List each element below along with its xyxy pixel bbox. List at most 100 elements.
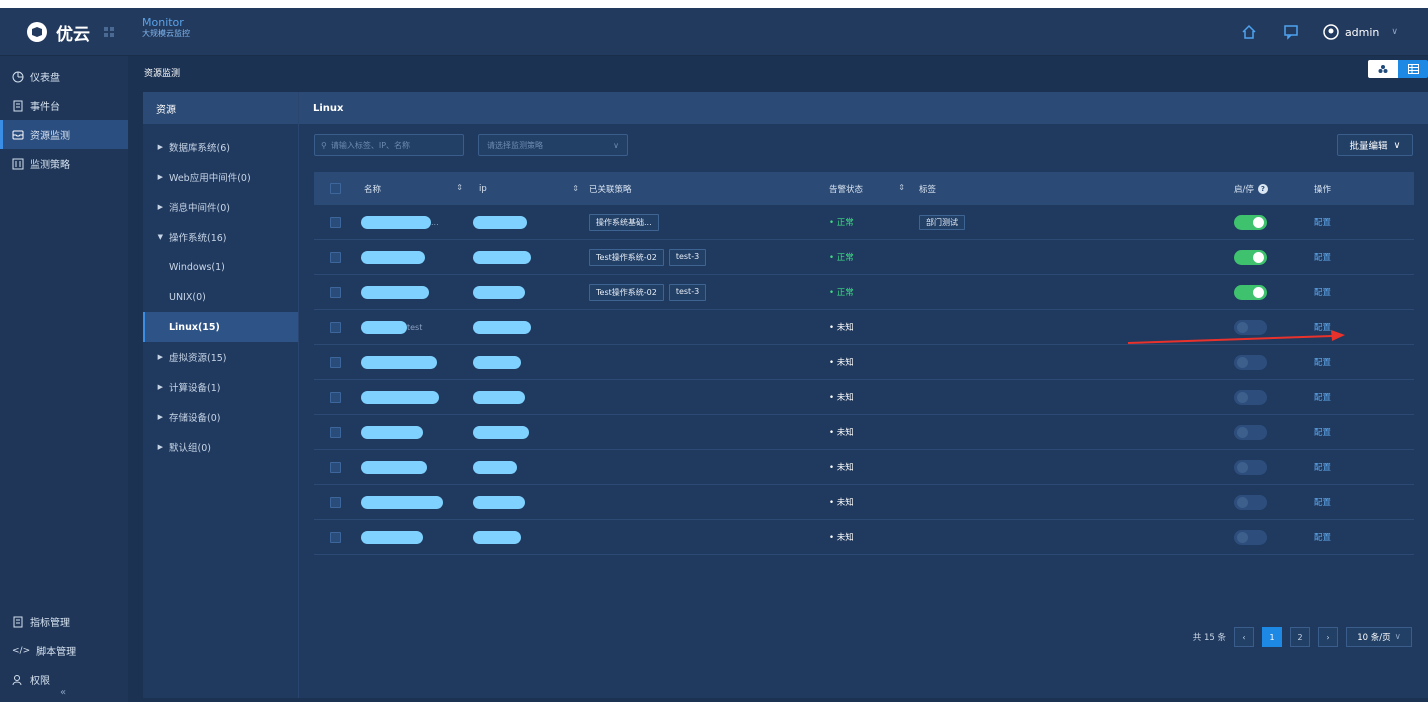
- table-row: test • 未知 配置: [314, 310, 1414, 345]
- tree-item-linux[interactable]: Linux(15): [143, 312, 298, 342]
- row-checkbox[interactable]: [330, 426, 341, 438]
- sort-icon[interactable]: ⇕: [572, 184, 579, 194]
- name-cell[interactable]: [358, 250, 473, 264]
- logo[interactable]: 优云: [0, 8, 128, 56]
- chevron-down-icon: ∨: [1393, 139, 1401, 151]
- name-cell[interactable]: test: [358, 320, 473, 334]
- sidebar-item-events[interactable]: 事件台: [0, 91, 128, 120]
- message-icon[interactable]: [1281, 23, 1301, 41]
- configure-link[interactable]: 配置: [1314, 253, 1331, 263]
- sidebar-item-resource-monitor[interactable]: 资源监测: [0, 120, 128, 149]
- user-menu[interactable]: admin ∨: [1323, 24, 1398, 40]
- tree-item-windows[interactable]: Windows(1): [143, 252, 298, 282]
- policy-tag[interactable]: Test操作系统-02: [589, 283, 664, 301]
- tree-item-default-group[interactable]: ▶ 默认组(0): [143, 432, 298, 462]
- row-checkbox[interactable]: [330, 321, 341, 333]
- enable-toggle[interactable]: [1234, 214, 1267, 230]
- name-cell[interactable]: [358, 495, 473, 509]
- page-button-2[interactable]: 2: [1290, 627, 1310, 647]
- tag-pill[interactable]: 部门测试: [919, 214, 965, 230]
- tree-item-label: 存储设备(0): [169, 413, 221, 424]
- name-cell[interactable]: [358, 530, 473, 544]
- search-input[interactable]: ⚲ 请输入标签、IP、名称: [314, 134, 464, 156]
- configure-link[interactable]: 配置: [1314, 288, 1331, 298]
- caret-right-icon: ▶: [157, 143, 163, 151]
- enable-toggle[interactable]: [1234, 389, 1267, 405]
- name-cell[interactable]: [358, 285, 473, 299]
- help-icon[interactable]: ?: [1257, 183, 1268, 194]
- tree-item-database[interactable]: ▶ 数据库系统(6): [143, 132, 298, 162]
- topology-view-button[interactable]: [1368, 60, 1398, 78]
- next-page-button[interactable]: ›: [1318, 627, 1338, 647]
- configure-link[interactable]: 配置: [1314, 393, 1331, 403]
- table-view-button[interactable]: [1398, 60, 1428, 78]
- policy-tag[interactable]: test-3: [668, 283, 707, 301]
- enable-toggle[interactable]: [1234, 249, 1267, 265]
- enable-toggle[interactable]: [1234, 494, 1267, 510]
- name-cell[interactable]: [358, 460, 473, 474]
- row-checkbox[interactable]: [330, 286, 341, 298]
- policy-tag[interactable]: Test操作系统-02: [589, 248, 664, 266]
- enable-toggle[interactable]: [1234, 529, 1267, 545]
- sidebar-item-label: 资源监测: [30, 131, 70, 142]
- page-size-select[interactable]: 10 条/页 ∨: [1346, 627, 1412, 647]
- configure-link[interactable]: 配置: [1314, 533, 1331, 543]
- row-checkbox[interactable]: [330, 216, 341, 228]
- tree-item-label: 数据库系统(6): [169, 143, 230, 154]
- collapse-sidebar-icon[interactable]: «: [60, 687, 66, 698]
- row-checkbox[interactable]: [330, 391, 341, 403]
- redacted-name: [361, 460, 427, 474]
- top-bar: 优云 Monitor 大规模云监控 admin ∨: [0, 0, 1428, 56]
- sidebar-item-metrics[interactable]: 指标管理: [0, 607, 128, 636]
- name-cell[interactable]: [358, 390, 473, 404]
- row-checkbox[interactable]: [330, 496, 341, 508]
- configure-link[interactable]: 配置: [1314, 463, 1331, 473]
- sidebar-item-dashboard[interactable]: 仪表盘: [0, 62, 128, 91]
- batch-edit-label: 批量编辑: [1349, 141, 1388, 152]
- home-icon[interactable]: [1239, 23, 1259, 41]
- name-cell[interactable]: [358, 355, 473, 369]
- enable-toggle[interactable]: [1234, 424, 1267, 440]
- batch-edit-button[interactable]: 批量编辑 ∨: [1337, 134, 1413, 156]
- sort-icon[interactable]: ⇕: [898, 183, 905, 195]
- select-all-checkbox[interactable]: [330, 183, 341, 194]
- pie-chart-icon: [12, 71, 24, 82]
- enable-toggle[interactable]: [1234, 319, 1267, 335]
- configure-link[interactable]: 配置: [1314, 323, 1331, 333]
- page-button-1[interactable]: 1: [1262, 627, 1282, 647]
- enable-toggle[interactable]: [1234, 459, 1267, 475]
- sidebar-item-policy[interactable]: 监测策略: [0, 149, 128, 178]
- row-checkbox[interactable]: [330, 251, 341, 263]
- tree-item-label: 默认组(0): [169, 443, 211, 454]
- name-cell[interactable]: ...: [358, 215, 473, 229]
- policy-tag[interactable]: 操作系统基础...: [589, 213, 659, 231]
- sort-icon[interactable]: ⇕: [456, 183, 463, 195]
- caret-right-icon: ▶: [157, 443, 163, 451]
- policy-tag[interactable]: test-3: [668, 248, 707, 266]
- configure-link[interactable]: 配置: [1314, 218, 1331, 228]
- tree-item-message-middleware[interactable]: ▶ 消息中间件(0): [143, 192, 298, 222]
- caret-right-icon: ▶: [157, 173, 163, 181]
- tree-item-os[interactable]: ▼ 操作系统(16): [143, 222, 298, 252]
- tree-item-storage[interactable]: ▶ 存储设备(0): [143, 402, 298, 432]
- prev-page-button[interactable]: ‹: [1234, 627, 1254, 647]
- enable-toggle[interactable]: [1234, 354, 1267, 370]
- redacted-name: [361, 495, 443, 509]
- tree-item-compute[interactable]: ▶ 计算设备(1): [143, 372, 298, 402]
- tree-item-unix[interactable]: UNIX(0): [143, 282, 298, 312]
- row-checkbox[interactable]: [330, 531, 341, 543]
- configure-link[interactable]: 配置: [1314, 498, 1331, 508]
- policy-select[interactable]: 请选择监测策略 ∨: [478, 134, 628, 156]
- configure-link[interactable]: 配置: [1314, 358, 1331, 368]
- name-cell[interactable]: [358, 425, 473, 439]
- sidebar-item-label: 权限: [30, 676, 50, 687]
- configure-link[interactable]: 配置: [1314, 428, 1331, 438]
- tree-item-web-middleware[interactable]: ▶ Web应用中间件(0): [143, 162, 298, 192]
- apps-grid-icon[interactable]: [104, 27, 114, 37]
- total-count: 共 15 条: [1192, 633, 1226, 643]
- tree-item-virtual[interactable]: ▶ 虚拟资源(15): [143, 342, 298, 372]
- row-checkbox[interactable]: [330, 356, 341, 368]
- enable-toggle[interactable]: [1234, 284, 1267, 300]
- row-checkbox[interactable]: [330, 461, 341, 473]
- sidebar-item-scripts[interactable]: </> 脚本管理: [0, 636, 128, 665]
